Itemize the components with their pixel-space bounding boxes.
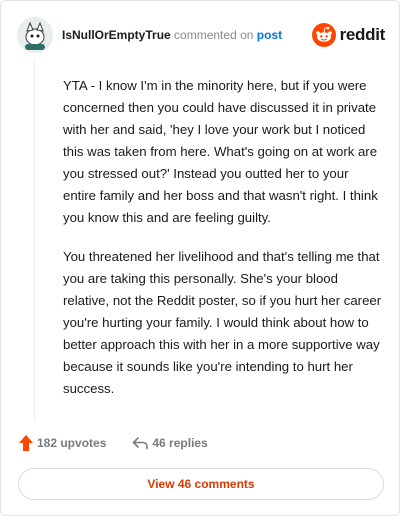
- upvote-arrow-icon: [19, 435, 33, 451]
- upvote-button[interactable]: 182 upvotes: [19, 435, 106, 451]
- comment-actions: 182 upvotes 46 replies: [19, 433, 208, 453]
- snoo-avatar-icon: [17, 17, 53, 53]
- reddit-logo[interactable]: reddit: [311, 22, 386, 48]
- post-link[interactable]: post: [257, 28, 282, 42]
- view-comments-button[interactable]: View 46 comments: [18, 468, 384, 500]
- reddit-wordmark: reddit: [339, 25, 386, 44]
- username-link[interactable]: IsNullOrEmptyTrue: [62, 28, 171, 42]
- upvote-count: 182 upvotes: [37, 436, 107, 450]
- user-avatar[interactable]: [17, 17, 53, 53]
- comment-header: IsNullOrEmptyTrue commented on post redd…: [17, 17, 385, 53]
- reply-count: 46 replies: [152, 436, 208, 450]
- comment-author-line: IsNullOrEmptyTrue commented on post: [62, 28, 282, 42]
- comment-paragraph-1: YTA - I know I'm in the minority here, b…: [63, 78, 378, 225]
- comment-card: IsNullOrEmptyTrue commented on post redd…: [0, 0, 400, 516]
- replies-button[interactable]: 46 replies: [132, 436, 208, 450]
- comment-body: YTA - I know I'm in the minority here, b…: [63, 75, 385, 417]
- reply-arrow-icon: [133, 437, 149, 450]
- comment-paragraph-2: You threatened her livelihood and that's…: [63, 249, 382, 396]
- commented-on-text: commented on: [174, 28, 254, 42]
- thread-line[interactable]: [34, 59, 35, 421]
- reddit-alien-icon: [311, 23, 336, 47]
